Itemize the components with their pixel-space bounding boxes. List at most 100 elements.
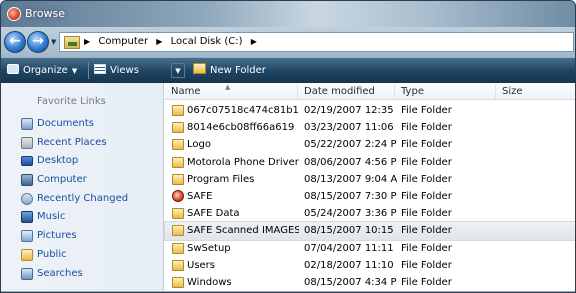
column-header-label: Date modified (304, 86, 375, 97)
favorite-link-recently-changed[interactable]: Recently Changed (1, 190, 164, 209)
favorite-link-music[interactable]: Music (1, 208, 164, 227)
organize-button[interactable]: Organize ▼ (7, 58, 77, 83)
browse-window: Browse ← → ▼ ▶ Computer ▶ Local Disk (C:… (0, 0, 576, 293)
favorite-link-public[interactable]: Public (1, 246, 164, 265)
favorite-link-label: Recent Places (37, 136, 107, 148)
column-header-label: Type (401, 86, 424, 97)
breadcrumb-separator-icon[interactable]: ▶ (251, 37, 257, 46)
column-header-date-modified[interactable]: Date modified (298, 84, 395, 100)
favorite-link-desktop[interactable]: Desktop (1, 152, 164, 171)
favorite-link-searches[interactable]: Searches (1, 265, 164, 284)
views-button[interactable]: Views (94, 58, 139, 83)
column-header-row: ▲ Name Date modified Type Size (165, 83, 575, 100)
file-name: Users (187, 259, 216, 271)
file-rows: 067c07518c474c81b118... 02/19/2007 12:35 … (164, 102, 575, 291)
safe-app-icon (7, 7, 21, 21)
file-date: 08/15/2007 4:34 PM (304, 276, 397, 288)
favorite-link-label: Recently Changed (37, 192, 129, 204)
views-dropdown-button[interactable]: ▼ (171, 63, 185, 78)
column-header-label: Name (171, 86, 201, 97)
file-type: File Folder (401, 139, 452, 151)
file-name: 8014e6cb08ff66a619 (187, 122, 295, 134)
table-row[interactable]: Motorola Phone Drivers 08/06/2007 4:56 PM… (165, 154, 575, 171)
file-type: File Folder (401, 173, 452, 185)
chevron-down-icon: ▼ (71, 67, 78, 75)
favorite-link-label: Desktop (37, 155, 79, 167)
file-type: File Folder (401, 208, 452, 220)
folder-icon (172, 105, 184, 116)
file-name: SAFE (187, 190, 213, 202)
chevron-down-icon: ▼ (175, 67, 181, 75)
breadcrumb-local-disk[interactable]: Local Disk (C:) (171, 36, 243, 47)
file-date: 08/15/2007 10:15 ... (304, 225, 397, 237)
file-name: SAFE Scanned IMAGES (187, 225, 299, 237)
address-bar: ← → ▼ ▶ Computer ▶ Local Disk (C:) ▶ (1, 27, 575, 57)
computer-location-icon (64, 36, 80, 49)
recently-changed-icon (21, 192, 33, 205)
folder-icon (172, 173, 184, 185)
breadcrumb: ▶ Computer ▶ Local Disk (C:) ▶ (84, 36, 262, 47)
file-name: Program Files (187, 173, 255, 185)
file-type: File Folder (401, 225, 452, 237)
file-date: 08/15/2007 7:30 PM (304, 190, 397, 202)
file-date: 05/22/2007 2:24 PM (304, 139, 397, 151)
file-date: 05/24/2007 3:36 PM (304, 208, 397, 220)
recent-places-icon (21, 136, 33, 149)
forward-arrow-icon: → (32, 33, 44, 49)
views-icon (94, 64, 106, 74)
folder-icon (172, 208, 184, 220)
table-row[interactable]: Logo 05/22/2007 2:24 PM File Folder (165, 136, 575, 153)
file-type: File Folder (401, 242, 452, 254)
file-date: 08/06/2007 4:56 PM (304, 156, 397, 168)
favorite-link-label: Searches (37, 267, 83, 279)
favorite-links-header: Favorite Links (37, 96, 106, 107)
folder-icon (172, 276, 184, 288)
breadcrumb-computer[interactable]: Computer (98, 36, 148, 47)
forward-button[interactable]: → (27, 31, 49, 53)
table-row[interactable]: SwSetup 07/04/2007 11:11 ... File Folder (165, 240, 575, 257)
favorite-link-pictures[interactable]: Pictures (1, 227, 164, 246)
favorite-link-label: Computer (37, 174, 87, 186)
column-header-name[interactable]: ▲ Name (165, 83, 298, 100)
favorite-link-computer[interactable]: Computer (1, 171, 164, 190)
file-type: File Folder (401, 276, 452, 288)
file-list: ▲ Name Date modified Type Size 067c07518c… (164, 83, 575, 292)
computer-icon (21, 174, 33, 187)
favorite-links-list: Documents Recent Places Desktop Computer… (1, 115, 164, 283)
column-header-type[interactable]: Type (395, 84, 496, 100)
file-type: File Folder (401, 156, 452, 168)
back-button[interactable]: ← (4, 31, 26, 53)
organize-icon (7, 64, 19, 74)
table-row[interactable]: SAFE 08/15/2007 7:30 PM File Folder (165, 188, 575, 205)
file-type: File Folder (401, 105, 452, 116)
table-row[interactable]: SAFE Data 05/24/2007 3:36 PM File Folder (165, 205, 575, 222)
file-date: 02/19/2007 12:35 ... (304, 105, 397, 116)
file-type: File Folder (401, 259, 452, 271)
command-toolbar: Organize ▼ Views ▼ New Folder (1, 57, 575, 83)
folder-icon (172, 139, 184, 151)
file-name: 067c07518c474c81b118... (187, 105, 299, 116)
recent-pages-dropdown[interactable]: ▼ (51, 38, 56, 46)
table-row[interactable]: Windows 08/15/2007 4:34 PM File Folder (165, 274, 575, 291)
desktop-icon (21, 156, 33, 167)
column-header-size[interactable]: Size (496, 84, 575, 100)
window-title: Browse (25, 7, 66, 20)
content-area: Favorite Links Documents Recent Places D… (1, 83, 575, 292)
table-row[interactable]: 067c07518c474c81b118... 02/19/2007 12:35 … (165, 102, 575, 119)
file-date: 02/18/2007 11:10 ... (304, 259, 397, 271)
breadcrumb-separator-icon[interactable]: ▶ (84, 37, 90, 46)
favorite-link-label: Documents (37, 118, 95, 129)
table-row[interactable]: 8014e6cb08ff66a619 03/23/2007 11:06 ... Fi… (165, 119, 575, 136)
table-row-selected[interactable]: SAFE Scanned IMAGES 08/15/2007 10:15 ... F… (164, 221, 575, 241)
favorite-link-recent-places[interactable]: Recent Places (1, 134, 164, 153)
address-box[interactable]: ▶ Computer ▶ Local Disk (C:) ▶ (59, 32, 574, 52)
new-folder-icon (193, 63, 206, 74)
title-bar[interactable]: Browse (1, 1, 575, 27)
favorite-link-documents[interactable]: Documents (1, 115, 164, 134)
favorite-link-label: Pictures (37, 230, 77, 242)
favorite-link-label: Music (37, 211, 66, 223)
folder-icon (172, 225, 184, 237)
breadcrumb-separator-icon[interactable]: ▶ (156, 37, 162, 46)
table-row[interactable]: Users 02/18/2007 11:10 ... File Folder (165, 257, 575, 274)
table-row[interactable]: Program Files 08/13/2007 9:04 AM File Fold… (165, 171, 575, 188)
